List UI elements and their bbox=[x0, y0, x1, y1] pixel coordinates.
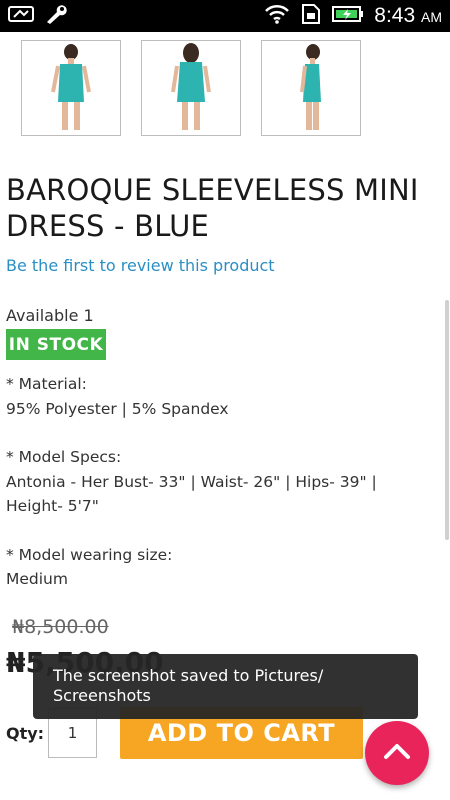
wearing-size-value: Medium bbox=[6, 570, 68, 588]
wearing-size-label: * Model wearing size: bbox=[6, 545, 173, 564]
status-bar: 8:43 AM bbox=[0, 0, 450, 32]
old-price: ₦8,500.00 bbox=[12, 616, 109, 638]
screenshot-icon bbox=[8, 5, 34, 27]
clock-time: 8:43 bbox=[374, 4, 416, 27]
review-link[interactable]: Be the first to review this product bbox=[6, 256, 275, 275]
material-value: 95% Polyester | 5% Spandex bbox=[6, 399, 229, 418]
availability-text: Available 1 bbox=[6, 306, 94, 325]
sim-icon bbox=[300, 3, 322, 29]
product-description: * Material: 95% Polyester | 5% Spandex *… bbox=[6, 372, 436, 616]
material-block: * Material: 95% Polyester | 5% Spandex bbox=[6, 372, 436, 421]
model-specs-value: Antonia - Her Bust- 33" | Waist- 26" | H… bbox=[6, 472, 377, 516]
model-specs-label: * Model Specs: bbox=[6, 448, 122, 466]
clock-ampm: AM bbox=[421, 9, 442, 25]
wearing-size-block: * Model wearing size: Medium bbox=[6, 543, 436, 592]
thumbnail-side[interactable] bbox=[261, 40, 361, 136]
chevron-up-icon bbox=[383, 742, 411, 764]
battery-icon bbox=[332, 5, 364, 27]
product-title: BAROQUE SLEEVELESS MINI DRESS - BLUE bbox=[6, 173, 419, 243]
thumbnail-back[interactable] bbox=[141, 40, 241, 136]
stock-badge: IN STOCK bbox=[6, 329, 106, 360]
clock: 8:43 AM bbox=[374, 4, 442, 28]
wrench-icon bbox=[44, 3, 68, 29]
thumbnail-front[interactable] bbox=[21, 40, 121, 136]
toast-notification: The screenshot saved to Pictures/ Screen… bbox=[33, 654, 418, 719]
material-label: * Material: bbox=[6, 375, 87, 393]
qty-label: Qty: bbox=[6, 724, 45, 743]
scroll-to-top-button[interactable] bbox=[365, 721, 429, 785]
wifi-icon bbox=[264, 4, 290, 28]
model-specs-block: * Model Specs: Antonia - Her Bust- 33" |… bbox=[6, 445, 436, 519]
scrollbar[interactable] bbox=[445, 300, 449, 540]
thumbnail-gallery bbox=[21, 40, 361, 136]
